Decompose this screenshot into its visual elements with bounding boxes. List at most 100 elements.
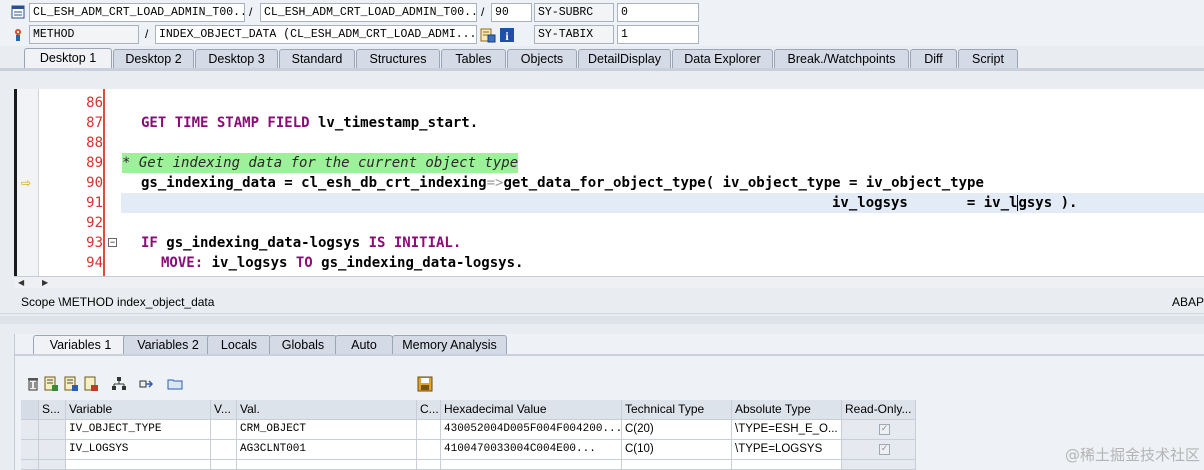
sysvar-name-field: SY-SUBRC: [534, 3, 614, 22]
info-icon[interactable]: i: [499, 27, 515, 43]
column-header-v[interactable]: V...: [211, 400, 237, 420]
tab-globals[interactable]: Globals: [269, 335, 337, 355]
tab-auto[interactable]: Auto: [335, 335, 393, 355]
row-selector[interactable]: [21, 460, 39, 470]
desktop-tab-strip: Desktop 1 Desktop 2 Desktop 3 Standard S…: [0, 48, 1204, 69]
column-header-absolute-type[interactable]: Absolute Type: [732, 400, 842, 420]
line-number: 91: [86, 195, 103, 211]
code-line-current: ⇨ 90 gs_indexing_data = cl_esh_db_crt_in…: [17, 173, 1204, 193]
cell-status: [39, 460, 66, 470]
tab-locals[interactable]: Locals: [207, 335, 271, 355]
table-row[interactable]: [21, 460, 921, 470]
tab-structures[interactable]: Structures: [356, 49, 440, 69]
line-number: 94: [86, 255, 103, 271]
sysvar-value-field[interactable]: 1: [617, 25, 699, 44]
line-number: 88: [86, 135, 103, 151]
cell-hex: 4100470033004C004E00...: [441, 440, 622, 460]
cell-c: [417, 420, 441, 440]
column-header-technical-type[interactable]: Technical Type: [622, 400, 732, 420]
save-variables-icon[interactable]: [43, 376, 61, 394]
code-comment: * Get indexing data for the current obje…: [122, 153, 519, 173]
code-line: 87 GET TIME STAMP FIELD lv_timestamp_sta…: [17, 113, 1204, 133]
code-line: 93 − IF gs_indexing_data-logsys IS INITI…: [17, 233, 1204, 253]
cell-c: [417, 440, 441, 460]
row-selector[interactable]: [21, 440, 39, 460]
code-line: 88: [17, 133, 1204, 153]
code-text: gs_indexing_data = cl_esh_db_crt_indexin…: [141, 175, 984, 191]
tab-desktop-3[interactable]: Desktop 3: [195, 49, 278, 69]
load-layout-icon[interactable]: [83, 376, 101, 394]
code-line: 89 * Get indexing data for the current o…: [17, 153, 1204, 173]
include-field[interactable]: CL_ESH_ADM_CRT_LOAD_ADMIN_T00...: [260, 3, 477, 22]
tab-objects[interactable]: Objects: [507, 49, 577, 69]
cell-value[interactable]: [237, 460, 417, 470]
scroll-right-icon[interactable]: ▶: [42, 278, 48, 287]
cell-value[interactable]: AG3CLNT001: [237, 440, 417, 460]
line-number: 92: [86, 215, 103, 231]
table-row[interactable]: IV_OBJECT_TYPE CRM_OBJECT 430052004D005F…: [21, 420, 921, 440]
horizontal-scrollbar[interactable]: ◀ ▶: [14, 276, 1204, 288]
folder-icon[interactable]: [167, 376, 185, 394]
tab-tables[interactable]: Tables: [441, 49, 506, 69]
table-row[interactable]: IV_LOGSYS AG3CLNT001 4100470033004C004E0…: [21, 440, 921, 460]
cell-variable[interactable]: IV_OBJECT_TYPE: [66, 420, 211, 440]
line-number: 86: [86, 95, 103, 111]
code-line: 86: [17, 93, 1204, 113]
event-type-field: METHOD: [29, 25, 139, 44]
column-header-c[interactable]: C...: [417, 400, 441, 420]
source-code-editor[interactable]: 86 87 GET TIME STAMP FIELD lv_timestamp_…: [14, 89, 1204, 276]
cell-absolute-type[interactable]: \TYPE=LOGSYS: [732, 440, 842, 460]
tab-standard[interactable]: Standard: [279, 49, 355, 69]
pane-splitter[interactable]: [0, 316, 1204, 324]
scroll-left-icon[interactable]: ◀: [18, 278, 24, 287]
load-variables-icon[interactable]: [63, 376, 81, 394]
program-icon: [11, 5, 27, 21]
cell-absolute-type[interactable]: [732, 460, 842, 470]
tab-diff[interactable]: Diff: [910, 49, 957, 69]
program-field[interactable]: CL_ESH_ADM_CRT_LOAD_ADMIN_T00...: [29, 3, 245, 22]
tab-desktop-1[interactable]: Desktop 1: [24, 48, 112, 69]
code-line: 91 iv_logsys = iv_lgsys ).: [86, 193, 1204, 213]
column-header-hex[interactable]: Hexadecimal Value: [441, 400, 622, 420]
expand-icon[interactable]: [139, 376, 157, 394]
save-icon[interactable]: [417, 376, 435, 394]
tab-desktop-2[interactable]: Desktop 2: [113, 49, 194, 69]
source-code-icon[interactable]: [480, 27, 496, 43]
cell-value[interactable]: CRM_OBJECT: [237, 420, 417, 440]
cell-absolute-type[interactable]: \TYPE=ESH_E_O...: [732, 420, 842, 440]
variables-pane: Variables 1 Variables 2 Locals Globals A…: [14, 334, 1204, 470]
tab-variables-2[interactable]: Variables 2: [123, 335, 213, 355]
watermark: @稀土掘金技术社区: [1064, 446, 1200, 464]
cell-v: [211, 440, 237, 460]
tab-data-explorer[interactable]: Data Explorer: [672, 49, 773, 69]
delete-icon[interactable]: [25, 376, 43, 394]
collapse-icon[interactable]: −: [108, 238, 117, 247]
cell-c: [417, 460, 441, 470]
code-line: 94 MOVE: iv_logsys TO gs_indexing_data-l…: [17, 253, 1204, 273]
hierarchy-icon[interactable]: [111, 376, 129, 394]
column-header-status[interactable]: S...: [39, 400, 66, 420]
tab-variables-1[interactable]: Variables 1: [33, 335, 128, 355]
cell-hex: [441, 460, 622, 470]
column-header-variable[interactable]: Variable: [66, 400, 211, 420]
cell-variable[interactable]: [66, 460, 211, 470]
cell-read-only: ✓: [842, 420, 916, 440]
read-only-checkbox: ✓: [879, 444, 890, 455]
column-header-read-only[interactable]: Read-Only...: [842, 400, 916, 420]
tab-detaildisplay[interactable]: DetailDisplay: [578, 49, 671, 69]
separator: /: [249, 5, 253, 19]
line-number: 89: [86, 155, 103, 171]
column-header-value[interactable]: Val.: [237, 400, 417, 420]
row-selector[interactable]: [21, 420, 39, 440]
tab-memory-analysis[interactable]: Memory Analysis: [392, 335, 507, 355]
cell-variable[interactable]: IV_LOGSYS: [66, 440, 211, 460]
tab-breakpoints[interactable]: Break./Watchpoints: [774, 49, 909, 69]
sysvar-value-field[interactable]: 0: [617, 3, 699, 22]
grid-corner[interactable]: [21, 400, 39, 420]
tab-script[interactable]: Script: [958, 49, 1018, 69]
debugger-info-bar: CL_ESH_ADM_CRT_LOAD_ADMIN_T00... / CL_ES…: [0, 0, 1204, 46]
line-number-field[interactable]: 90: [491, 3, 532, 22]
code-line: 92: [17, 213, 1204, 233]
sysvar-name-field: SY-TABIX: [534, 25, 614, 44]
event-field[interactable]: INDEX_OBJECT_DATA (CL_ESH_ADM_CRT_LOAD_A…: [155, 25, 477, 44]
